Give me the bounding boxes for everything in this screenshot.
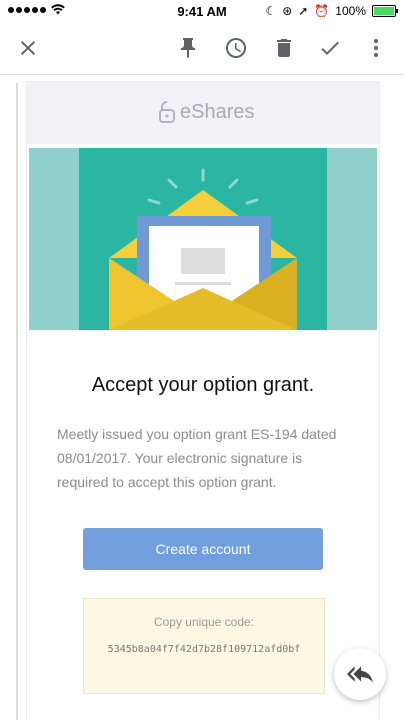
email-toolbar [0,22,404,75]
code-label: Copy unique code: [153,615,255,629]
status-indicators: ☾ ⊛ ➚ ⏰ 100% [265,4,398,18]
create-account-button[interactable]: Create account [83,528,323,570]
moon-icon: ☾ [265,4,277,18]
close-icon [21,41,35,55]
rotation-lock-icon: ⊛ [282,4,293,18]
battery-percent: 100% [335,4,366,18]
more-vert-icon [374,39,378,57]
lock-logo-icon [159,101,175,123]
status-bar: 9:41 AM ☾ ⊛ ➚ ⏰ 100% [0,0,404,22]
delete-button[interactable] [270,34,298,62]
pin-button[interactable] [174,34,202,62]
email-card: eShares Accept your option grant. Meetly… [26,81,380,720]
close-button[interactable] [14,34,42,62]
brand-name: eShares [180,100,255,123]
trash-icon [277,39,291,57]
eshares-logo: eShares [158,100,255,124]
done-check-icon [321,41,339,55]
hero-illustration [29,148,377,330]
mark-done-button[interactable] [316,34,344,62]
location-arrow-icon: ➚ [298,4,309,18]
quote-divider [16,83,18,720]
unique-code-box: Copy unique code: 5345b8a04f7f42d7b28f10… [83,598,325,694]
email-body-scroll[interactable]: eShares Accept your option grant. Meetly… [0,75,404,720]
battery-icon [372,5,398,17]
email-description: Meetly issued you option grant ES-194 da… [57,426,337,490]
pin-icon [181,38,195,58]
alarm-icon: ⏰ [314,4,330,18]
email-title: Accept your option grant. [91,374,315,396]
snooze-button[interactable] [222,34,250,62]
reply-all-button[interactable] [334,648,386,700]
snooze-clock-icon [226,38,246,58]
reply-all-icon [347,666,373,683]
email-header: eShares [27,82,379,144]
unique-code-value[interactable]: 5345b8a04f7f42d7b28f109712afd0bf [100,639,308,661]
envelope-illustration-icon [109,168,297,330]
more-options-button[interactable] [362,34,390,62]
